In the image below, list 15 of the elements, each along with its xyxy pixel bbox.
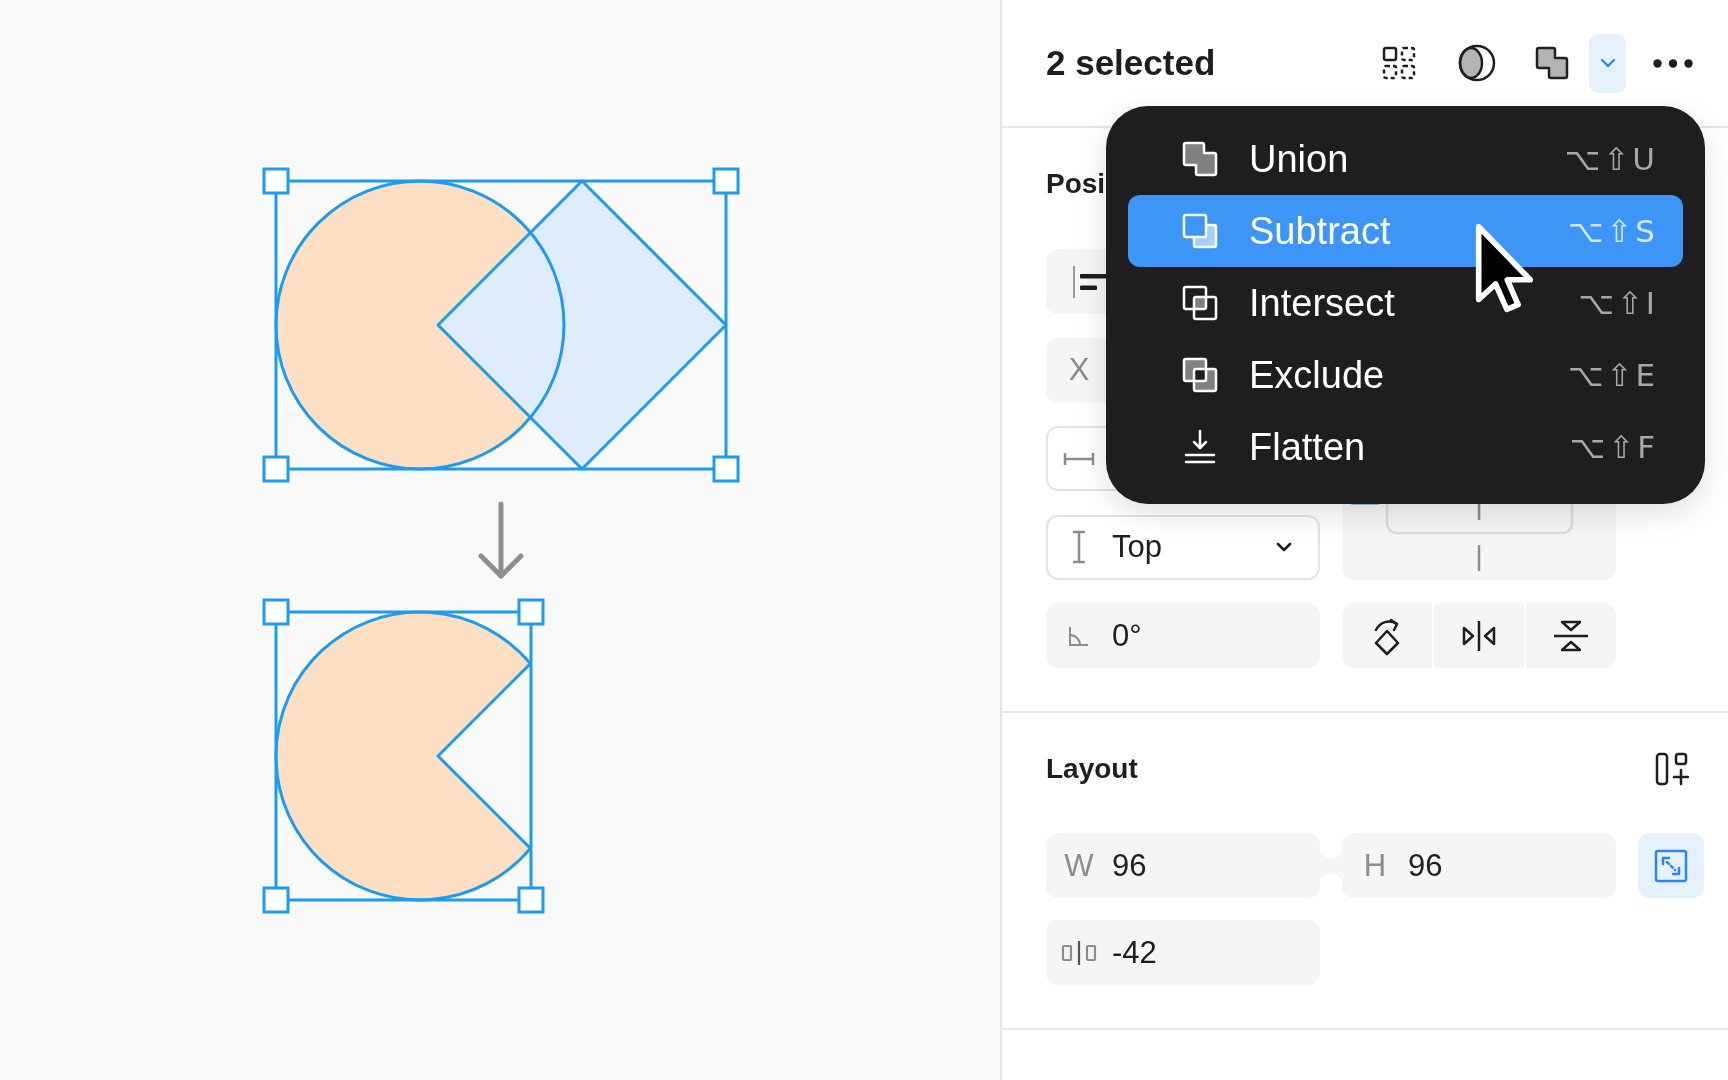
height-value: 96 — [1408, 847, 1443, 884]
gap-value: -42 — [1112, 934, 1157, 971]
section-title: Layout — [1046, 752, 1138, 786]
keyboard-shortcut: ⌥⇧E — [1567, 357, 1658, 393]
width-label: W — [1063, 847, 1095, 884]
rotation-value: 0° — [1112, 617, 1142, 654]
x-label: X — [1067, 352, 1091, 388]
keyboard-shortcut: ⌥⇧U — [1564, 141, 1658, 177]
selection-title: 2 selected — [1046, 43, 1217, 83]
keyboard-shortcut: ⌥⇧I — [1578, 285, 1658, 321]
height-label: H — [1362, 847, 1388, 884]
width-value: 96 — [1112, 847, 1147, 884]
keyboard-shortcut: ⌥⇧S — [1567, 213, 1658, 249]
section-title: Posi — [1046, 167, 1106, 201]
keyboard-shortcut: ⌥⇧F — [1569, 429, 1658, 465]
